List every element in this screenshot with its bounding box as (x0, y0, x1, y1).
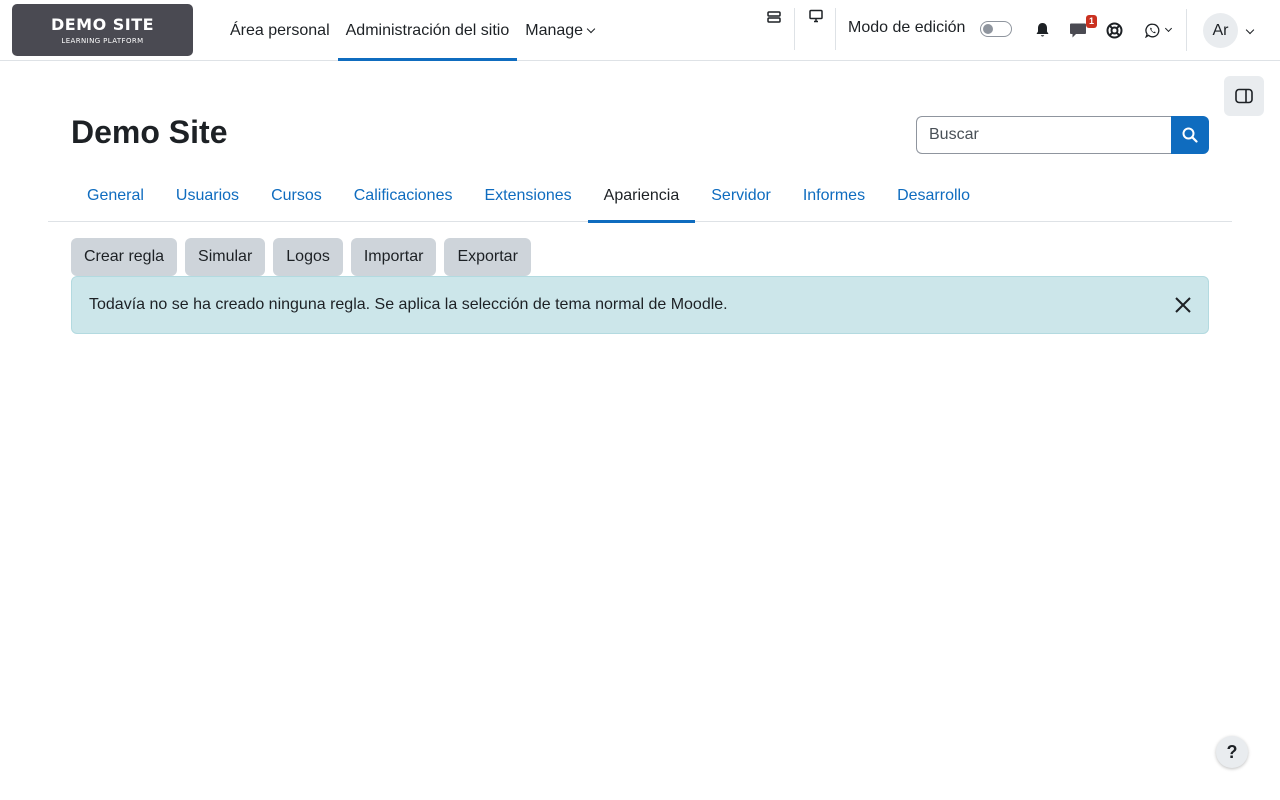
message-icon (1070, 23, 1086, 37)
tab-reports[interactable]: Informes (787, 170, 881, 222)
list-icon (767, 11, 781, 23)
tab-label: Desarrollo (897, 187, 970, 204)
toolbar-divider (794, 8, 795, 50)
user-avatar[interactable]: Ar (1203, 13, 1238, 48)
alert-close-button[interactable] (1172, 294, 1194, 316)
search-form (916, 116, 1209, 154)
search-icon (1182, 127, 1198, 143)
top-navbar: DEMO SITE LEARNING PLATFORM Área persona… (0, 0, 1280, 61)
tab-general[interactable]: General (71, 170, 160, 222)
site-logo[interactable]: DEMO SITE LEARNING PLATFORM (12, 4, 193, 56)
bell-icon (1036, 23, 1048, 37)
messages-count-badge: 1 (1086, 15, 1097, 28)
avatar-initials: Ar (1212, 21, 1229, 39)
nav-item-personal-area[interactable]: Área personal (222, 0, 338, 61)
tab-label: General (87, 187, 144, 204)
screen-button[interactable] (806, 7, 826, 25)
tab-label: Informes (802, 187, 866, 204)
export-button[interactable]: Exportar (444, 238, 531, 276)
help-button[interactable]: ? (1216, 736, 1248, 768)
lifebuoy-icon (1106, 22, 1122, 38)
edit-mode-label: Modo de edición (848, 19, 966, 36)
primary-navigation: Área personal Administración del sitio M… (222, 0, 602, 61)
toolbar-divider (1186, 9, 1187, 51)
search-button[interactable] (1171, 116, 1209, 154)
secondary-navigation: General Usuarios Cursos Calificaciones E… (48, 170, 1232, 223)
tab-label: Servidor (711, 187, 771, 204)
help-center-button[interactable] (1104, 20, 1124, 40)
tab-label: Apariencia (603, 187, 680, 204)
user-menu-toggle[interactable] (1242, 22, 1258, 38)
alert-message: Todavía no se ha creado ninguna regla. S… (89, 296, 728, 313)
logo-title: DEMO SITE (50, 15, 155, 34)
tab-label: Cursos (271, 187, 322, 204)
logo-subtitle: LEARNING PLATFORM (61, 37, 144, 45)
nav-item-site-administration[interactable]: Administración del sitio (337, 0, 518, 61)
whatsapp-menu-button[interactable] (1140, 20, 1176, 40)
tab-plugins[interactable]: Extensiones (468, 170, 587, 222)
tab-courses[interactable]: Cursos (255, 170, 338, 222)
block-drawer-toggle[interactable] (1224, 76, 1264, 116)
nav-item-label: Área personal (230, 21, 330, 39)
messages-button[interactable] (1068, 20, 1088, 40)
toolbar-divider (835, 8, 836, 50)
logos-button[interactable]: Logos (273, 238, 343, 276)
page-title: Demo Site (71, 114, 228, 150)
help-label: ? (1226, 741, 1238, 762)
create-rule-button[interactable]: Crear regla (71, 238, 178, 276)
action-toolbar: Crear regla Simular Logos Importar Expor… (71, 238, 531, 276)
notifications-button[interactable] (1032, 20, 1052, 40)
tab-label: Calificaciones (353, 187, 453, 204)
monitor-icon (809, 9, 823, 23)
chevron-down-icon (1245, 25, 1255, 35)
simulate-button[interactable]: Simular (185, 238, 266, 276)
search-input[interactable] (916, 116, 1171, 154)
list-view-button[interactable] (764, 8, 784, 26)
tab-label: Usuarios (175, 187, 240, 204)
nav-item-manage-dropdown[interactable]: Manage (517, 0, 602, 61)
edit-mode-toggle[interactable] (980, 21, 1012, 37)
tab-label: Extensiones (484, 187, 572, 204)
tab-grades[interactable]: Calificaciones (338, 170, 469, 222)
chevron-down-icon (1164, 24, 1173, 33)
tab-appearance[interactable]: Apariencia (587, 170, 696, 223)
import-button[interactable]: Importar (350, 238, 437, 276)
sidebar-panel-icon (1235, 88, 1253, 104)
close-icon (1175, 297, 1191, 313)
nav-item-label: Manage (525, 21, 584, 39)
tab-server[interactable]: Servidor (695, 170, 787, 222)
chevron-down-icon (586, 24, 596, 34)
nav-item-label: Administración del sitio (345, 21, 510, 39)
tab-users[interactable]: Usuarios (160, 170, 255, 222)
whatsapp-icon (1145, 23, 1160, 38)
tab-development[interactable]: Desarrollo (881, 170, 986, 222)
info-alert: Todavía no se ha creado ninguna regla. S… (71, 276, 1209, 334)
